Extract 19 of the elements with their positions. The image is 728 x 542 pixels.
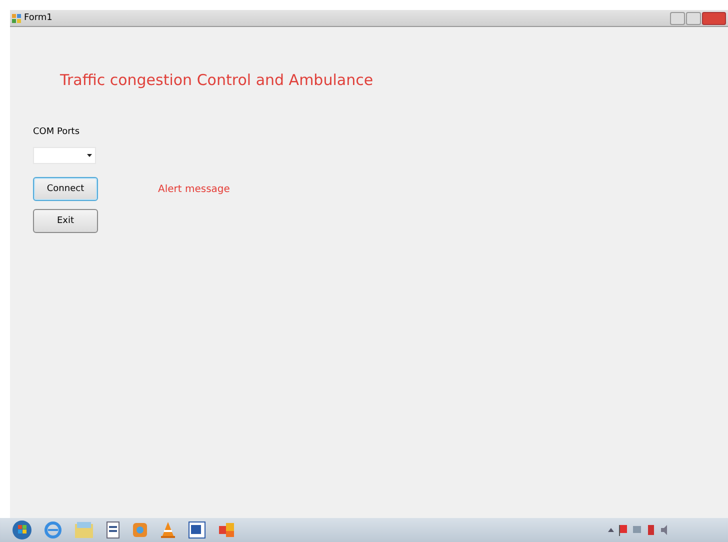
field-label: COM Ports	[33, 127, 80, 137]
maximize-button[interactable]	[686, 12, 701, 24]
window-title: Form1	[24, 13, 52, 23]
cone-icon[interactable]	[160, 521, 176, 539]
flag-icon[interactable]	[618, 524, 628, 536]
volume-icon[interactable]	[660, 524, 668, 536]
app-window-icon[interactable]	[218, 521, 236, 539]
heading: Traffic congestion Control and Ambulance	[60, 71, 374, 89]
start-icon[interactable]	[12, 520, 32, 540]
alert-message: Alert message	[158, 184, 230, 194]
tray-arrow-icon[interactable]	[608, 527, 614, 533]
dropdown-arrow-icon	[87, 154, 92, 157]
exit-button[interactable]: Exit	[33, 209, 98, 233]
app-icon	[12, 14, 21, 22]
document-icon[interactable]	[106, 521, 120, 539]
minimize-button[interactable]	[670, 12, 685, 24]
close-button[interactable]	[702, 12, 726, 24]
connect-button[interactable]: Connect	[33, 177, 98, 201]
media-player-icon[interactable]	[132, 521, 148, 539]
